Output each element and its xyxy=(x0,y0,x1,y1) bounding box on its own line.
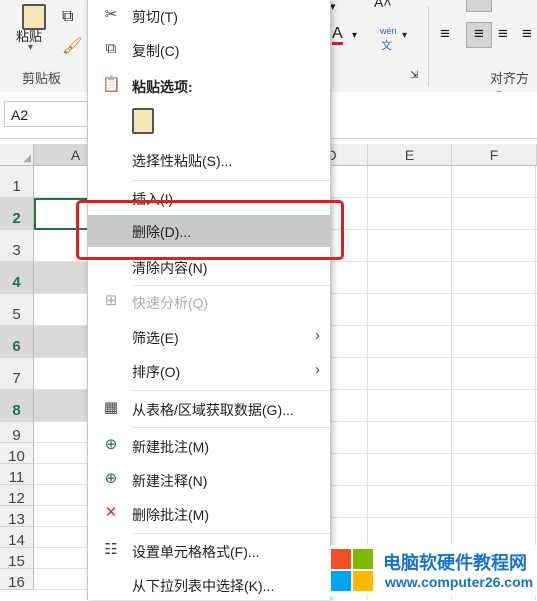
row-header[interactable]: 5 xyxy=(0,294,34,326)
row-header[interactable]: 3 xyxy=(0,230,34,262)
row-header[interactable]: 6 xyxy=(0,326,34,358)
row-header[interactable]: 13 xyxy=(0,506,34,528)
grid-area-left[interactable] xyxy=(34,422,88,600)
divider xyxy=(428,6,429,86)
align-left-icon[interactable]: ≡ xyxy=(440,24,450,44)
paste-options-label: 粘贴选项: xyxy=(132,79,193,95)
wen-char: 文 xyxy=(381,40,392,52)
row-header[interactable]: 7 xyxy=(0,358,34,390)
menu-item-new-note[interactable]: ⊕ 新建注释(N) xyxy=(88,464,330,496)
menu-item-label: 排序(O) xyxy=(132,364,181,380)
row-header[interactable]: 15 xyxy=(0,548,34,570)
font-color-a-icon[interactable]: A xyxy=(332,26,343,45)
menu-item-quick-analysis: ⊞ 快速分析(Q) xyxy=(88,286,330,318)
menu-item-label: 从下拉列表中选择(K)... xyxy=(132,578,275,594)
row-header[interactable]: 1 xyxy=(0,166,34,198)
menu-item-sort[interactable]: 排序(O) › xyxy=(88,355,330,387)
paste-option-clipboard-icon[interactable] xyxy=(132,108,154,134)
row-header[interactable]: 10 xyxy=(0,443,34,465)
menu-item-label: 快速分析(Q) xyxy=(132,295,209,311)
menu-item-label: 复制(C) xyxy=(132,43,180,59)
select-all-corner[interactable]: ◢ xyxy=(0,144,34,166)
chevron-down-icon: ▾ xyxy=(28,42,34,53)
paste-options-header: 📋 粘贴选项: xyxy=(88,70,330,102)
watermark-title: 电脑软硬件教程网 xyxy=(383,553,527,573)
indent-icon[interactable]: ≡ xyxy=(522,24,532,44)
new-note-icon: ⊕ xyxy=(104,470,118,487)
row-header[interactable]: 12 xyxy=(0,485,34,507)
watermark-url: www.computer26.com xyxy=(385,574,534,590)
menu-item-label: 选择性粘贴(S)... xyxy=(132,153,233,169)
menu-item-paste-special[interactable]: 选择性粘贴(S)... xyxy=(88,144,330,176)
clipboard-icon: 📋 xyxy=(102,76,121,93)
paste-button[interactable]: 粘贴 ▾ xyxy=(14,4,54,54)
clipboard-group-label: 剪贴板 xyxy=(22,71,62,86)
chevron-right-icon: › xyxy=(315,327,320,344)
menu-divider xyxy=(132,390,330,391)
menu-item-label: 删除批注(M) xyxy=(132,507,209,523)
row-header[interactable]: 11 xyxy=(0,464,34,486)
watermark: 电脑软硬件教程网 www.computer26.com xyxy=(327,545,537,597)
copy-icon: ⧉ xyxy=(105,40,117,57)
menu-divider xyxy=(132,427,330,428)
menu-item-filter[interactable]: 筛选(E) › xyxy=(88,321,330,353)
row-header[interactable]: 4 xyxy=(0,262,34,294)
new-comment-icon: ⊕ xyxy=(104,436,118,453)
table-icon: ▦ xyxy=(103,399,119,416)
chevron-down-icon[interactable]: ▾ xyxy=(402,30,407,41)
row-header[interactable]: 8 xyxy=(0,390,34,422)
align-right-icon[interactable]: ≡ xyxy=(498,24,508,44)
wen-label[interactable]: wén xyxy=(380,26,397,36)
menu-item-get-data[interactable]: ▦ 从表格/区域获取数据(G)... xyxy=(88,393,330,425)
grid-area-right[interactable] xyxy=(329,166,537,600)
menu-item-copy[interactable]: ⧉ 复制(C) xyxy=(88,34,330,66)
menu-item-format-cells[interactable]: ☷ 设置单元格格式(F)... xyxy=(88,535,330,567)
align-top-icon[interactable] xyxy=(466,0,492,12)
menu-item-label: 剪切(T) xyxy=(132,9,178,25)
row-header[interactable]: 2 xyxy=(0,198,34,230)
align-center-icon[interactable]: ≡ xyxy=(466,22,492,48)
corner-triangle-icon: ◢ xyxy=(23,153,31,164)
menu-item-label: 新建批注(M) xyxy=(132,439,209,455)
menu-item-pick-from-list[interactable]: 从下拉列表中选择(K)... xyxy=(88,569,330,601)
menu-item-delete-comment[interactable]: ✕ 删除批注(M) xyxy=(88,498,330,530)
chevron-down-icon[interactable]: ▾ xyxy=(352,30,357,41)
menu-item-new-comment[interactable]: ⊕ 新建批注(M) xyxy=(88,430,330,462)
dialog-launcher-icon[interactable]: ⇲ xyxy=(410,70,418,81)
menu-item-label: 设置单元格格式(F)... xyxy=(132,544,260,560)
menu-divider xyxy=(132,533,330,534)
row-header[interactable]: 9 xyxy=(0,422,34,444)
menu-item-label: 筛选(E) xyxy=(132,330,179,346)
format-cells-icon: ☷ xyxy=(104,541,118,558)
copy-icon[interactable]: ⧉ xyxy=(62,8,73,26)
name-box[interactable]: A2 xyxy=(4,101,88,127)
menu-divider xyxy=(132,180,330,181)
scissors-icon: ✂ xyxy=(104,6,118,23)
menu-item-cut[interactable]: ✂ 剪切(T) xyxy=(88,0,330,32)
windows-logo xyxy=(331,549,375,593)
menu-item-label: 新建注释(N) xyxy=(132,473,208,489)
highlight-box xyxy=(76,200,344,260)
font-size-increase-icon[interactable]: A˄ xyxy=(374,0,392,10)
column-header-e[interactable]: E xyxy=(368,144,452,166)
row-header[interactable]: 14 xyxy=(0,527,34,549)
menu-item-label: 从表格/区域获取数据(G)... xyxy=(132,402,294,418)
row-header[interactable]: 16 xyxy=(0,569,34,591)
menu-item-label: 清除内容(N) xyxy=(132,260,208,276)
column-header-f[interactable]: F xyxy=(452,144,537,166)
format-painter-icon[interactable]: 🖌 xyxy=(62,36,82,56)
quick-analysis-icon: ⊞ xyxy=(104,292,118,309)
context-menu: ✂ 剪切(T) ⧉ 复制(C) 📋 粘贴选项: 选择性粘贴(S)... 插入(I… xyxy=(87,0,331,600)
chevron-right-icon: › xyxy=(315,361,320,378)
delete-comment-icon: ✕ xyxy=(104,504,118,521)
